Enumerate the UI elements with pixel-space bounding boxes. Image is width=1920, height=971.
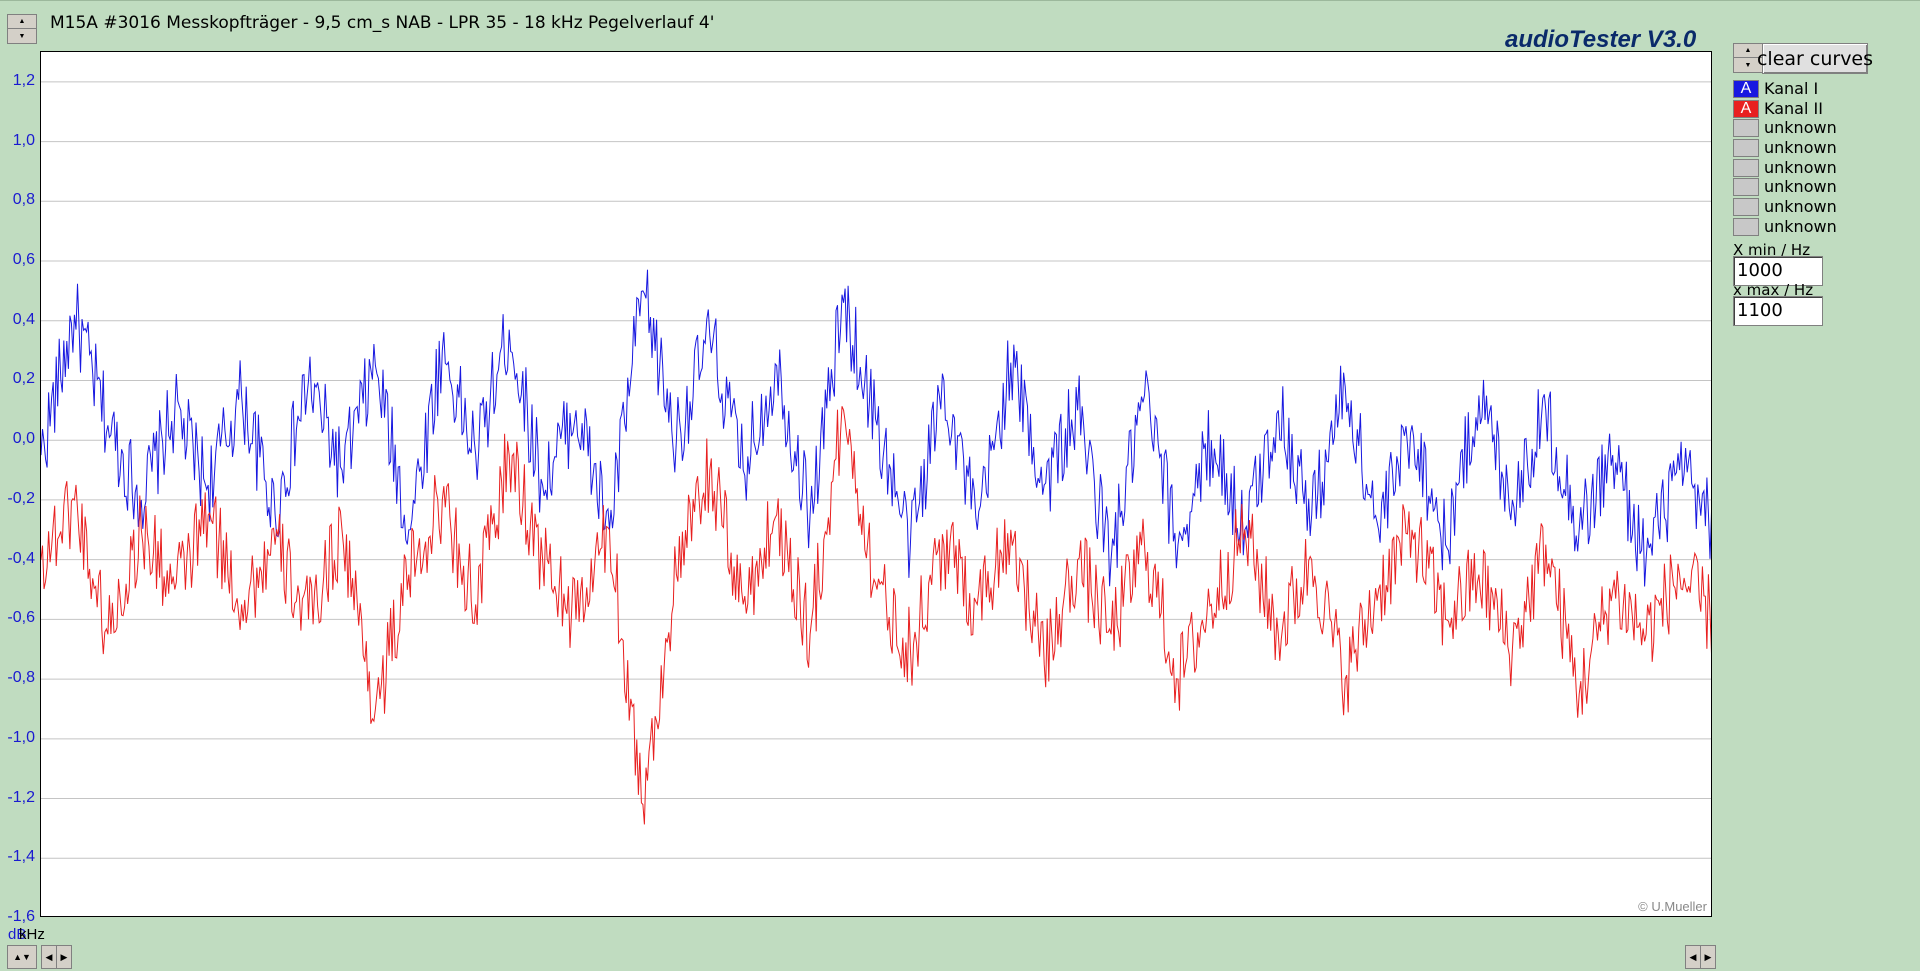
y-tick-label: 0,4 [12, 310, 35, 328]
plot-area[interactable]: © U.Mueller [40, 51, 1712, 917]
scroll-right-end-icon[interactable]: ▶ [1700, 945, 1716, 969]
y-tick-label: -1,0 [7, 728, 35, 746]
legend-label: unknown [1764, 118, 1837, 138]
y-tick-label: -1,4 [7, 848, 35, 866]
legend-swatch[interactable]: A [1733, 99, 1759, 118]
y-tick-label: 0,2 [12, 370, 35, 388]
y-tick-label: 0,6 [12, 251, 35, 269]
legend-label: unknown [1764, 177, 1837, 197]
y-axis-labels: 1,2 1,0 0,8 0,6 0,4 0,2 0,0 -0,2 -0,4 -0,6 -0,8 -1,… [0, 0, 38, 971]
window-top-border [0, 0, 1920, 6]
curve-legend: A Kanal I A Kanal II unknown unknown unknown un… [1733, 79, 1913, 237]
series-line-2 [41, 406, 1711, 825]
y-tick-label: -1,6 [7, 908, 35, 925]
legend-item[interactable]: unknown [1733, 177, 1913, 197]
legend-item[interactable]: unknown [1733, 217, 1913, 237]
y-tick-label: -0,8 [7, 669, 35, 687]
legend-item[interactable]: A Kanal II [1733, 99, 1913, 119]
copyright-label: © U.Mueller [1638, 899, 1707, 914]
clear-curves-button[interactable]: clear curves [1757, 43, 1873, 74]
app-title: audioTester V3.0 [1505, 26, 1697, 53]
y-tick-label: 1,0 [12, 131, 35, 149]
y-tick-label: 1,2 [12, 71, 35, 89]
legend-label: Kanal II [1764, 98, 1823, 118]
y-tick-label: 0,0 [12, 430, 35, 448]
legend-swatch[interactable]: A [1733, 80, 1759, 98]
chart-canvas [41, 81, 1711, 859]
legend-swatch[interactable] [1733, 158, 1759, 177]
xmax-field[interactable]: 1100 [1733, 296, 1823, 326]
scroll-left-end-icon[interactable]: ◀ [1685, 945, 1701, 969]
legend-swatch[interactable] [1733, 178, 1759, 197]
y-tick-label: 0,8 [12, 191, 35, 209]
legend-swatch[interactable] [1733, 139, 1759, 158]
legend-label: unknown [1764, 157, 1837, 177]
legend-label: unknown [1764, 138, 1837, 158]
y-tick-label: -0,6 [7, 609, 35, 627]
legend-label: unknown [1764, 216, 1837, 236]
legend-item[interactable]: unknown [1733, 158, 1913, 178]
y-tick-label: -0,2 [7, 489, 35, 507]
legend-item[interactable]: A Kanal I [1733, 79, 1913, 99]
legend-swatch[interactable] [1733, 119, 1759, 138]
legend-item[interactable]: unknown [1733, 197, 1913, 217]
legend-label: unknown [1764, 197, 1837, 217]
legend-swatch[interactable] [1733, 217, 1759, 236]
legend-item[interactable]: unknown [1733, 138, 1913, 158]
scroll-left-icon[interactable]: ◀ [41, 945, 57, 969]
legend-item[interactable]: unknown [1733, 118, 1913, 138]
scroll-right-icon[interactable]: ▶ [56, 945, 72, 969]
x-unit-label: kHz [19, 926, 45, 943]
legend-swatch[interactable] [1733, 198, 1759, 217]
y-tick-label: -0,4 [7, 549, 35, 567]
measurement-title: M15A #3016 Messkopfträger - 9,5 cm_s NAB… [50, 13, 715, 33]
y-scale-spinner[interactable]: ▲▼ [7, 945, 37, 969]
y-tick-label: -1,2 [7, 788, 35, 806]
legend-label: Kanal I [1764, 79, 1819, 98]
series-line-1 [41, 269, 1711, 587]
